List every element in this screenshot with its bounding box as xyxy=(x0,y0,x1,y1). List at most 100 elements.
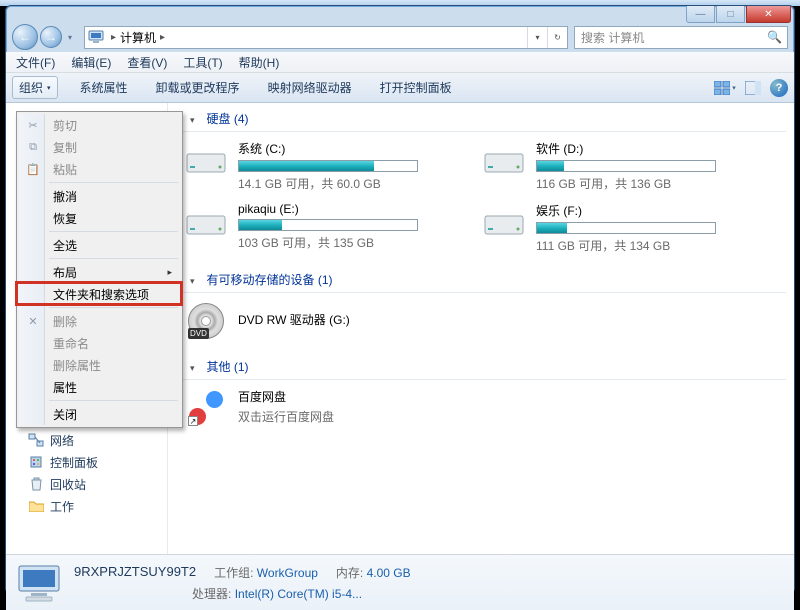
baidu-icon: ↗ xyxy=(182,388,230,428)
chevron-down-icon: ▾ xyxy=(190,276,195,287)
menuitem-redo[interactable]: 恢复 xyxy=(19,207,180,229)
group-header[interactable]: ▾硬盘 (4) xyxy=(180,107,786,132)
search-placeholder: 搜索 计算机 xyxy=(581,29,644,46)
cut-icon: ✂ xyxy=(25,117,41,133)
drive-name: 娱乐 (F:) xyxy=(536,202,768,219)
sidebar-item-label: 回收站 xyxy=(50,476,86,493)
search-input[interactable]: 搜索 计算机 🔍 xyxy=(574,26,788,49)
memory-value: 4.00 GB xyxy=(367,566,411,580)
drive-f[interactable]: 娱乐 (F:) 111 GB 可用，共 134 GB xyxy=(478,200,770,256)
network-icon xyxy=(28,432,44,448)
drive-name: pikaqiu (E:) xyxy=(238,202,470,216)
usage-bar xyxy=(536,160,716,172)
item-sub: 双击运行百度网盘 xyxy=(238,408,470,425)
drive-icon xyxy=(480,202,528,242)
copy-icon: ⧉ xyxy=(25,139,41,155)
menuitem-layout[interactable]: 布局▸ xyxy=(19,261,180,283)
group-harddisk: ▾硬盘 (4) 系统 (C:) 14.1 GB 可用，共 60.0 GB xyxy=(180,107,786,256)
cpu-value: Intel(R) Core(TM) i5-4... xyxy=(235,587,362,601)
usage-bar xyxy=(238,160,418,172)
menuitem-properties[interactable]: 属性 xyxy=(19,376,180,398)
uninstall-button[interactable]: 卸载或更改程序 xyxy=(150,77,246,98)
close-button[interactable]: ✕ xyxy=(746,6,791,23)
addr-sep-icon: ▸ xyxy=(107,32,120,43)
refresh-button[interactable]: ↻ xyxy=(547,27,567,48)
item-name: 百度网盘 xyxy=(238,388,470,405)
help-button[interactable]: ? xyxy=(770,79,788,97)
drive-name: 系统 (C:) xyxy=(238,140,470,157)
details-pane: 9RXPRJZTSUY99T2 工作组: WorkGroup 内存: 4.00 … xyxy=(6,555,794,610)
computer-icon xyxy=(16,562,62,604)
menuitem-paste[interactable]: 📋粘贴 xyxy=(19,158,180,180)
forward-button[interactable]: → xyxy=(40,26,62,48)
menu-help[interactable]: 帮助(H) xyxy=(235,54,284,71)
delete-icon: ✕ xyxy=(25,313,41,329)
mapdrive-button[interactable]: 映射网络驱动器 xyxy=(262,77,358,98)
menu-edit[interactable]: 编辑(E) xyxy=(67,54,115,71)
drive-dvd[interactable]: DVD DVD RW 驱动器 (G:) xyxy=(180,299,472,343)
titlebar: — □ ✕ xyxy=(6,6,794,22)
drive-name: DVD RW 驱动器 (G:) xyxy=(238,311,350,328)
drive-name: 软件 (D:) xyxy=(536,140,768,157)
group-other: ▾其他 (1) ↗ 百度网盘 双击运行百度网盘 xyxy=(180,355,786,430)
sidebar-item-network[interactable]: 网络 xyxy=(6,429,167,451)
organize-button[interactable]: 组织▾ xyxy=(12,76,58,99)
menuitem-undo[interactable]: 撤消 xyxy=(19,185,180,207)
menuitem-copy[interactable]: ⧉复制 xyxy=(19,136,180,158)
menu-file[interactable]: 文件(F) xyxy=(12,54,59,71)
drive-e[interactable]: pikaqiu (E:) 103 GB 可用，共 135 GB xyxy=(180,200,472,256)
group-header[interactable]: ▾有可移动存储的设备 (1) xyxy=(180,268,786,293)
addr-sep-icon: ▸ xyxy=(156,32,169,43)
group-removable: ▾有可移动存储的设备 (1) DVD DVD RW 驱动器 (G:) xyxy=(180,268,786,343)
nav-row: ← → ▾ ▸ 计算机 ▸ ▾ ↻ 搜索 计算机 🔍 xyxy=(6,22,794,52)
sidebar-item-label: 工作 xyxy=(50,498,74,515)
back-button[interactable]: ← xyxy=(12,24,38,50)
menuitem-selectall[interactable]: 全选 xyxy=(19,234,180,256)
sidebar-item-label: 控制面板 xyxy=(50,454,98,471)
maximize-button[interactable]: □ xyxy=(716,6,745,23)
cpu-label: 处理器: xyxy=(192,587,231,601)
menuitem-removeprops[interactable]: 删除属性 xyxy=(19,354,180,376)
drive-icon xyxy=(182,202,230,242)
cpanel-icon xyxy=(28,454,44,470)
recycle-icon xyxy=(28,476,44,492)
menuitem-delete[interactable]: ✕删除 xyxy=(19,310,180,332)
explorer-window: — □ ✕ ← → ▾ ▸ 计算机 ▸ ▾ ↻ 搜索 计算机 🔍 文件(F) 编… xyxy=(5,5,795,594)
ctrlpanel-button[interactable]: 打开控制面板 xyxy=(374,77,458,98)
menu-bar: 文件(F) 编辑(E) 查看(V) 工具(T) 帮助(H) xyxy=(6,52,794,73)
addr-drop-button[interactable]: ▾ xyxy=(527,27,547,48)
item-baidu[interactable]: ↗ 百度网盘 双击运行百度网盘 xyxy=(180,386,472,430)
drive-sub: 116 GB 可用，共 136 GB xyxy=(536,175,768,192)
paste-icon: 📋 xyxy=(25,161,41,177)
addr-text[interactable]: 计算机 xyxy=(120,29,156,46)
search-icon: 🔍 xyxy=(767,30,781,44)
menu-tools[interactable]: 工具(T) xyxy=(179,54,226,71)
drive-sub: 103 GB 可用，共 135 GB xyxy=(238,234,470,251)
usage-bar xyxy=(536,222,716,234)
sidebar-item-cpanel[interactable]: 控制面板 xyxy=(6,451,167,473)
menuitem-folderopts[interactable]: 文件夹和搜索选项 xyxy=(19,283,180,305)
sysprops-button[interactable]: 系统属性 xyxy=(74,77,134,98)
chevron-right-icon: ▸ xyxy=(167,267,172,278)
address-bar[interactable]: ▸ 计算机 ▸ ▾ ↻ xyxy=(84,26,568,49)
chevron-down-icon: ▾ xyxy=(190,115,195,126)
menuitem-rename[interactable]: 重命名 xyxy=(19,332,180,354)
drive-d[interactable]: 软件 (D:) 116 GB 可用，共 136 GB xyxy=(478,138,770,194)
menu-view[interactable]: 查看(V) xyxy=(123,54,171,71)
sidebar-item-folder[interactable]: 工作 xyxy=(6,495,167,517)
content-pane: ▾硬盘 (4) 系统 (C:) 14.1 GB 可用，共 60.0 GB xyxy=(168,103,794,554)
menuitem-cut[interactable]: ✂剪切 xyxy=(19,114,180,136)
group-header[interactable]: ▾其他 (1) xyxy=(180,355,786,380)
chevron-down-icon: ▾ xyxy=(47,84,51,92)
view-mode-button[interactable]: ▾ xyxy=(714,77,736,99)
history-drop-button[interactable]: ▾ xyxy=(64,29,76,45)
drive-c[interactable]: 系统 (C:) 14.1 GB 可用，共 60.0 GB xyxy=(180,138,472,194)
sidebar-item-recycle[interactable]: 回收站 xyxy=(6,473,167,495)
details-name: 9RXPRJZTSUY99T2 xyxy=(74,564,196,581)
drive-sub: 111 GB 可用，共 134 GB xyxy=(536,237,768,254)
toolbar: 组织▾ 系统属性 卸载或更改程序 映射网络驱动器 打开控制面板 ▾ ? xyxy=(6,73,794,103)
minimize-button[interactable]: — xyxy=(686,6,715,23)
computer-icon xyxy=(85,26,107,48)
menuitem-close[interactable]: 关闭 xyxy=(19,403,180,425)
preview-pane-button[interactable] xyxy=(742,77,764,99)
